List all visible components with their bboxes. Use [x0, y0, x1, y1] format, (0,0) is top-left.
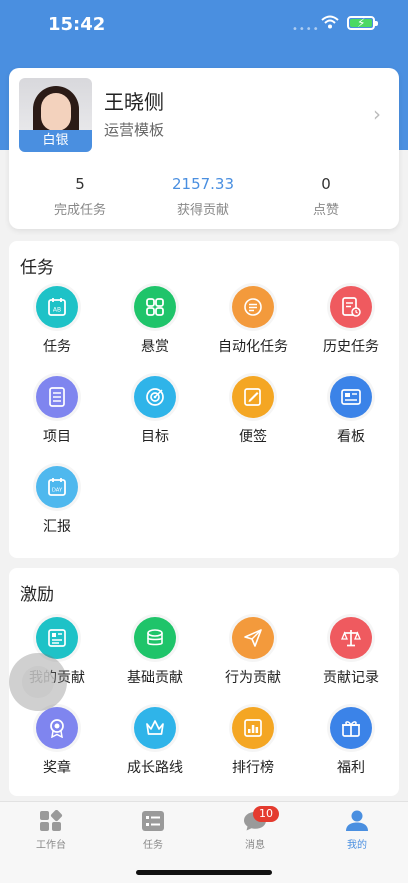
grid-item-tasks_section-6[interactable]: 便签	[204, 376, 302, 446]
grid-item-label: 汇报	[43, 519, 71, 535]
task-list-icon	[141, 810, 165, 832]
incentive-section: 激励 我的贡献 基础贡献 行为贡献 贡献记录 奖章 成长路线 排行榜 福利	[9, 568, 399, 796]
signal-icon: ••••	[292, 24, 320, 35]
grid-item-incentive_section-5[interactable]: 成长路线	[106, 707, 204, 777]
grid-item-incentive_section-7[interactable]: 福利	[302, 707, 400, 777]
scale-icon	[330, 617, 372, 659]
grid-item-label: 奖章	[43, 760, 71, 776]
paper-plane-icon	[232, 617, 274, 659]
grid-item-label: 便签	[239, 429, 267, 445]
calendar-icon: AB	[36, 286, 78, 328]
grid-item-label: 看板	[337, 429, 365, 445]
grid-item-label: 任务	[43, 339, 71, 355]
target-icon	[134, 376, 176, 418]
coins-icon	[134, 617, 176, 659]
grid-item-incentive_section-1[interactable]: 基础贡献	[106, 617, 204, 687]
grid-item-tasks_section-2[interactable]: 自动化任务	[204, 286, 302, 356]
list-doc-icon	[36, 376, 78, 418]
grid-item-label: 行为贡献	[225, 670, 281, 686]
medal-icon	[36, 707, 78, 749]
grid-item-tasks_section-8[interactable]: DAY 汇报	[8, 466, 106, 536]
tab-tasks[interactable]: 任务	[103, 810, 203, 851]
stat-label: 获得贡献	[176, 203, 229, 218]
grid-item-tasks_section-4[interactable]: 项目	[8, 376, 106, 446]
grid-item-label: 自动化任务	[218, 339, 288, 355]
auto-list-icon	[232, 286, 274, 328]
grid-item-label: 目标	[141, 429, 169, 445]
grid-item-incentive_section-4[interactable]: 奖章	[8, 707, 106, 777]
grid-item-tasks_section-7[interactable]: 看板	[302, 376, 400, 446]
level-badge: 白银	[19, 130, 92, 152]
grid-item-incentive_section-3[interactable]: 贡献记录	[302, 617, 400, 687]
crown-icon	[134, 707, 176, 749]
grid-item-tasks_section-0[interactable]: AB 任务	[8, 286, 106, 356]
wifi-icon	[321, 15, 339, 29]
person-icon	[345, 810, 369, 832]
stat-label: 点赞	[312, 203, 339, 218]
stat-label: 完成任务	[53, 203, 106, 218]
profile-card[interactable]: 白银 王晓侧 运营模板 › 5 完成任务 2157.33 获得贡献 0 点赞	[9, 68, 399, 229]
grid-item-label: 成长路线	[127, 760, 183, 776]
grid-item-label: 排行榜	[232, 760, 274, 776]
svg-text:AB: AB	[53, 307, 61, 314]
note-icon	[232, 376, 274, 418]
grid-item-tasks_section-1[interactable]: 悬赏	[106, 286, 204, 356]
user-name: 王晓侧	[104, 90, 164, 114]
tab-me[interactable]: 我的	[307, 810, 407, 851]
grid-item-label: 历史任务	[323, 339, 379, 355]
workbench-icon	[39, 809, 63, 832]
chevron-right-icon[interactable]: ›	[373, 102, 381, 126]
stat-contribution[interactable]: 2157.33 获得贡献	[148, 175, 258, 218]
gift-icon	[330, 707, 372, 749]
tab-label: 工作台	[36, 840, 66, 851]
grid-item-label: 福利	[337, 760, 365, 776]
floating-assistive-button[interactable]	[9, 653, 67, 711]
grid-item-incentive_section-6[interactable]: 排行榜	[204, 707, 302, 777]
tab-label: 我的	[347, 840, 367, 851]
section-title: 激励	[20, 585, 54, 605]
stat-value: 5	[75, 175, 85, 193]
tab-label: 消息	[245, 840, 265, 851]
stat-likes[interactable]: 0 点赞	[271, 175, 381, 218]
grid-item-label: 基础贡献	[127, 670, 183, 686]
home-indicator	[136, 870, 272, 875]
grid-item-incentive_section-2[interactable]: 行为贡献	[204, 617, 302, 687]
status-bar: 15:42 •••• ⚡	[0, 0, 408, 50]
status-time: 15:42	[48, 14, 106, 35]
grid-item-tasks_section-5[interactable]: 目标	[106, 376, 204, 446]
grid-item-label: 悬赏	[141, 339, 169, 355]
svg-text:DAY: DAY	[52, 488, 63, 494]
tab-label: 任务	[143, 840, 163, 851]
stat-value: 2157.33	[171, 175, 235, 193]
history-doc-icon	[330, 286, 372, 328]
user-role: 运营模板	[104, 121, 165, 139]
message-count-badge: 10	[253, 806, 279, 822]
grid-icon	[134, 286, 176, 328]
grid-item-label: 贡献记录	[323, 670, 379, 686]
ranking-icon	[232, 707, 274, 749]
grid-item-label: 项目	[43, 429, 71, 445]
tab-workbench[interactable]: 工作台	[1, 809, 101, 851]
battery-icon: ⚡	[347, 16, 378, 30]
board-icon	[330, 376, 372, 418]
report-day-icon: DAY	[36, 466, 78, 508]
section-title: 任务	[20, 258, 54, 278]
stat-completed-tasks[interactable]: 5 完成任务	[25, 175, 135, 218]
grid-item-tasks_section-3[interactable]: 历史任务	[302, 286, 400, 356]
tasks-section: 任务 AB 任务 悬赏 自动化任务 历史任务 项目 目标 便签 看板 DAY 汇报	[9, 241, 399, 558]
stat-value: 0	[321, 175, 331, 193]
